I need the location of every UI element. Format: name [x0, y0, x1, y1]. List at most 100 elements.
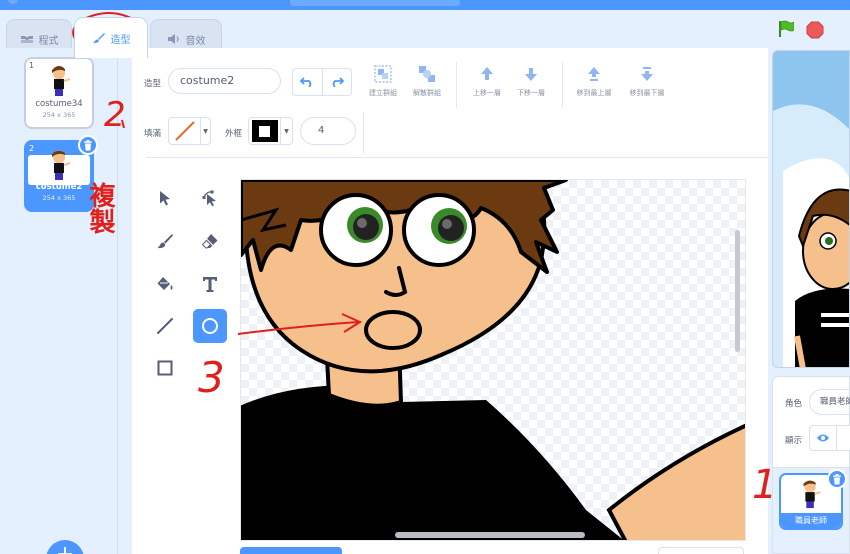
outline-color-picker[interactable]: ▼: [248, 117, 293, 145]
eraser-icon: [201, 234, 218, 249]
to-front-icon: [588, 67, 600, 81]
to-back-icon: [641, 67, 653, 81]
group-button[interactable]: 建立群組: [360, 64, 406, 104]
to-front-label: 移到最上層: [576, 89, 612, 97]
line-icon: [157, 318, 173, 334]
forward-icon: [481, 67, 493, 80]
sprite-info-panel: 角色 職員老師 顯示: [772, 376, 850, 468]
fill-label: 填滿: [144, 129, 162, 139]
eye-icon: [817, 434, 829, 442]
outline-swatch: [249, 118, 281, 144]
tab-costumes[interactable]: 造型: [74, 17, 148, 58]
menu-logo[interactable]: [8, 0, 18, 4]
delete-costume-button[interactable]: [78, 135, 98, 155]
outline-swatch-inner: [259, 125, 270, 137]
zoom-controls[interactable]: [658, 547, 744, 554]
speaker-icon: [167, 34, 179, 44]
fill-color-picker[interactable]: ▼: [168, 117, 211, 145]
redo-button[interactable]: [323, 69, 352, 95]
convert-mode-button[interactable]: [240, 547, 342, 554]
character-drawing: [241, 180, 745, 540]
costume-item[interactable]: 1 costume34 254 x 365: [24, 57, 94, 129]
ungroup-button[interactable]: 解散群組: [404, 64, 450, 104]
ungroup-icon: [419, 66, 435, 82]
group-label: 建立群組: [369, 89, 397, 97]
costume-thumbnail: [52, 150, 71, 180]
menu-bar: [0, 0, 850, 10]
reshape-icon: [202, 190, 216, 207]
paint-bucket-icon: [157, 277, 173, 290]
outline-label: 外框: [225, 129, 243, 139]
show-label: 顯示: [785, 436, 803, 446]
costume-size: 254 x 365: [42, 194, 76, 202]
costume-number: 2: [29, 144, 35, 153]
undo-redo-group: [292, 68, 352, 96]
stage-preview[interactable]: [772, 50, 850, 368]
to-back-label: 移到最下層: [629, 89, 665, 97]
sprite-thumbnail: [803, 480, 821, 509]
arrow-cursor-icon: [160, 191, 170, 206]
circle-icon: [202, 318, 218, 334]
editor-gutter: [118, 48, 132, 554]
undo-button[interactable]: [293, 69, 323, 95]
sprite-card-name: 職員老師: [781, 513, 841, 528]
trash-icon: [84, 139, 92, 150]
green-flag-icon[interactable]: [778, 20, 794, 38]
text-icon: [203, 277, 217, 292]
costume-name: costume34: [35, 99, 83, 109]
tab-costumes-label: 造型: [110, 34, 131, 46]
divider: [363, 112, 364, 154]
text-tool[interactable]: [193, 267, 227, 301]
backward-icon: [525, 68, 537, 81]
divider: [456, 62, 457, 108]
costume-item-selected[interactable]: 2 costume2 254 x 365: [24, 135, 98, 212]
hide-sprite-button[interactable]: [837, 425, 850, 451]
stop-icon[interactable]: [806, 21, 824, 39]
trash-icon: [833, 473, 841, 484]
show-sprite-button[interactable]: [809, 425, 837, 451]
toolbar-divider: [146, 157, 768, 158]
to-back-button[interactable]: 移到最下層: [624, 64, 670, 104]
paintbrush-icon: [157, 234, 173, 249]
project-title-field[interactable]: [290, 0, 460, 6]
redo-icon: [332, 77, 344, 87]
delete-sprite-button[interactable]: [827, 469, 847, 489]
group-icon: [374, 65, 392, 83]
fill-tool[interactable]: [148, 267, 182, 301]
reshape-tool[interactable]: [193, 181, 227, 215]
costume-thumbnail: [52, 66, 71, 96]
forward-button[interactable]: 上移一層: [464, 64, 510, 104]
costume-name-label: 造型: [144, 79, 162, 89]
code-icon: [20, 36, 33, 43]
sprite-name-input[interactable]: 職員老師: [809, 389, 850, 415]
rectangle-tool[interactable]: [148, 351, 182, 385]
divider: [562, 62, 563, 108]
fill-swatch: [169, 118, 201, 144]
tab-code-label: 程式: [38, 35, 59, 47]
editor-tabs: 程式 造型 音效: [0, 10, 850, 58]
outline-swatch-color: [251, 120, 278, 142]
circle-tool[interactable]: [193, 309, 227, 343]
undo-icon: [300, 77, 312, 87]
forward-label: 上移一層: [473, 89, 501, 97]
outline-width-input[interactable]: 4: [300, 117, 356, 145]
tab-sounds-label: 音效: [185, 35, 206, 47]
line-tool[interactable]: [148, 309, 182, 343]
chevron-down-icon: ▼: [284, 127, 289, 135]
ungroup-label: 解散群組: [413, 89, 441, 97]
brush-icon: [92, 33, 105, 44]
backward-button[interactable]: 下移一層: [508, 64, 554, 104]
to-front-button[interactable]: 移到最上層: [571, 64, 617, 104]
backward-label: 下移一層: [517, 89, 545, 97]
eraser-tool[interactable]: [193, 224, 227, 258]
drawing-canvas[interactable]: [240, 179, 746, 541]
sprite-card[interactable]: 職員老師: [779, 469, 847, 530]
stage-scene: [773, 51, 849, 367]
costume-name-input[interactable]: costume2: [168, 68, 281, 94]
brush-tool[interactable]: [148, 224, 182, 258]
costume-number: 1: [29, 61, 35, 70]
select-tool[interactable]: [148, 181, 182, 215]
add-icon: +: [56, 542, 74, 554]
canvas-vertical-scrollbar[interactable]: [735, 230, 740, 352]
canvas-horizontal-scrollbar[interactable]: [395, 532, 585, 538]
